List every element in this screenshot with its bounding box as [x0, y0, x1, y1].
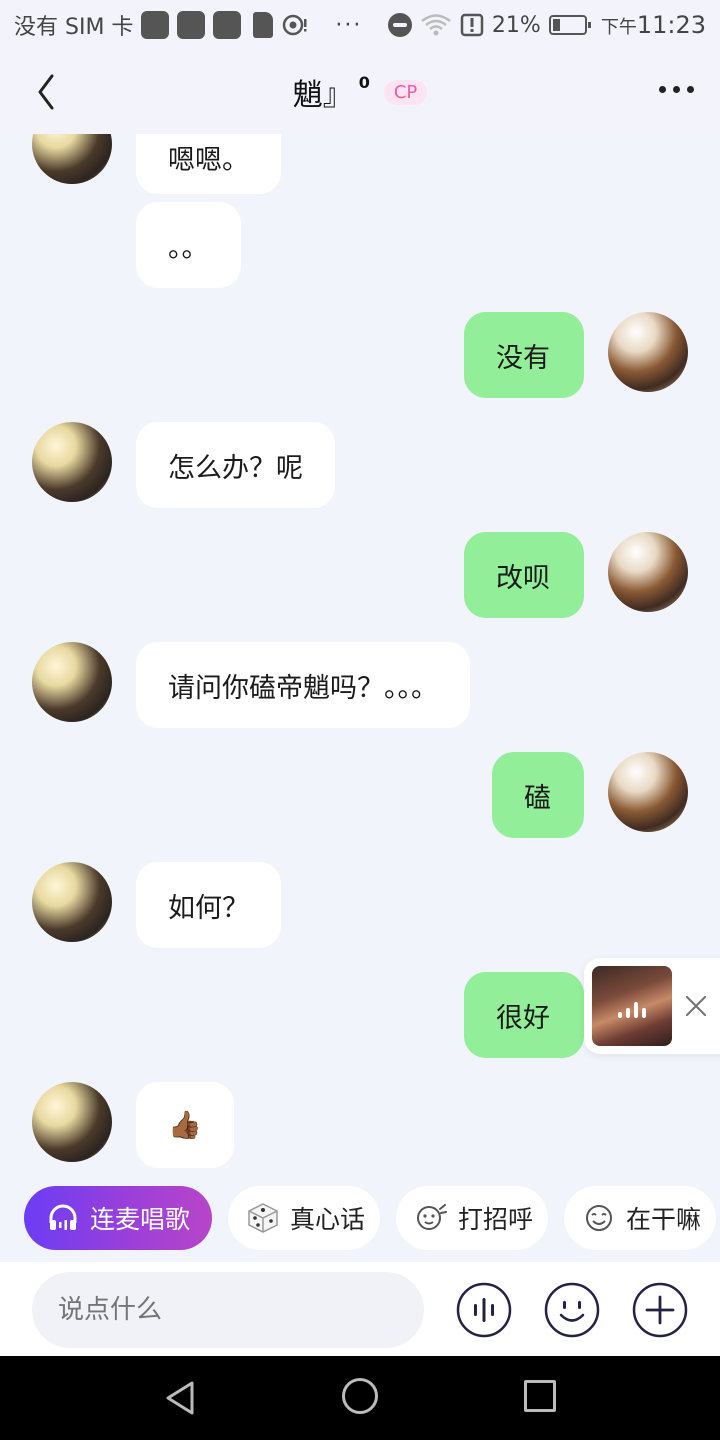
message-bubble[interactable]: 怎么办？呢	[136, 422, 335, 508]
chat-title-group[interactable]: 魈』 0 CP	[293, 70, 428, 114]
title-superscript: 0	[358, 72, 370, 92]
my-avatar[interactable]	[608, 752, 688, 832]
what-doing-button[interactable]: 在干嘛	[564, 1186, 716, 1250]
carrier-text: 没有 SIM 卡	[14, 15, 134, 40]
duet-sing-button[interactable]: 连麦唱歌	[24, 1186, 212, 1250]
message-bubble[interactable]: 请问你磕帝魈吗？。。。	[136, 642, 470, 728]
status-bar: 没有 SIM 卡 ··· 21% 下午11:23	[0, 0, 720, 50]
my-avatar[interactable]	[608, 312, 688, 392]
quick-action-label: 打招呼	[458, 1205, 534, 1234]
time-prefix: 下午	[600, 17, 637, 38]
contact-avatar[interactable]	[32, 422, 112, 502]
quick-action-label: 真心话	[290, 1205, 366, 1234]
input-bar	[0, 1262, 720, 1356]
emoji-icon[interactable]	[544, 1282, 600, 1338]
message-bubble[interactable]: 很好	[464, 972, 584, 1058]
wifi-icon	[421, 14, 451, 36]
do-not-disturb-icon	[387, 13, 412, 37]
app-notification-icon	[141, 11, 170, 39]
chat-header: 魈』 0 CP	[0, 50, 720, 134]
wave-face-icon	[417, 1204, 447, 1230]
truth-question-button[interactable]: 真心话	[228, 1186, 380, 1250]
message-bubble[interactable]: 嗯嗯。	[136, 134, 281, 194]
headphones-icon	[49, 1204, 77, 1230]
overflow-dots: ···	[335, 12, 363, 38]
say-hello-button[interactable]: 打招呼	[396, 1186, 548, 1250]
message-bubble[interactable]: 没有	[464, 312, 584, 398]
smile-face-icon	[586, 1205, 612, 1231]
contact-avatar[interactable]	[32, 1082, 112, 1162]
hotspot-icon	[283, 14, 307, 36]
message-bubble[interactable]: 如何？	[136, 862, 281, 948]
message-bubble[interactable]: 。。	[136, 202, 241, 288]
alert-icon	[460, 13, 484, 37]
back-arrow-icon[interactable]	[30, 68, 60, 116]
sd-card-icon	[253, 12, 274, 38]
nav-home-icon[interactable]	[342, 1378, 378, 1414]
message-bubble[interactable]: 👍🏾	[136, 1082, 234, 1168]
app-notification-icon	[213, 11, 242, 39]
clock: 11:23	[636, 11, 706, 39]
quick-action-label: 在干嘛	[626, 1205, 702, 1234]
music-cover-thumbnail[interactable]	[592, 966, 672, 1046]
floating-music-player[interactable]	[584, 958, 720, 1054]
quick-actions-bar: 连麦唱歌 真心话 打招呼 在干嘛	[0, 1186, 720, 1252]
message-input[interactable]	[32, 1272, 424, 1348]
app-notification-icon	[177, 11, 206, 39]
nav-recents-icon[interactable]	[524, 1380, 556, 1412]
message-bubble[interactable]: 磕	[492, 752, 584, 838]
add-icon[interactable]	[632, 1282, 688, 1338]
chat-title: 魈』	[292, 78, 353, 113]
contact-avatar[interactable]	[32, 862, 112, 942]
voice-icon[interactable]	[456, 1282, 512, 1338]
battery-percent: 21%	[491, 12, 541, 38]
system-nav-bar	[0, 1356, 720, 1440]
message-bubble[interactable]: 改呗	[464, 532, 584, 618]
my-avatar[interactable]	[608, 532, 688, 612]
nav-back-icon[interactable]	[160, 1378, 200, 1418]
close-icon[interactable]	[684, 994, 708, 1018]
contact-avatar[interactable]	[32, 642, 112, 722]
more-options-icon[interactable]	[659, 86, 694, 93]
quick-action-label: 连麦唱歌	[90, 1205, 191, 1234]
dice-icon	[248, 1203, 278, 1233]
battery-icon	[548, 15, 591, 35]
cp-badge: CP	[383, 79, 428, 105]
contact-avatar[interactable]	[32, 134, 112, 184]
